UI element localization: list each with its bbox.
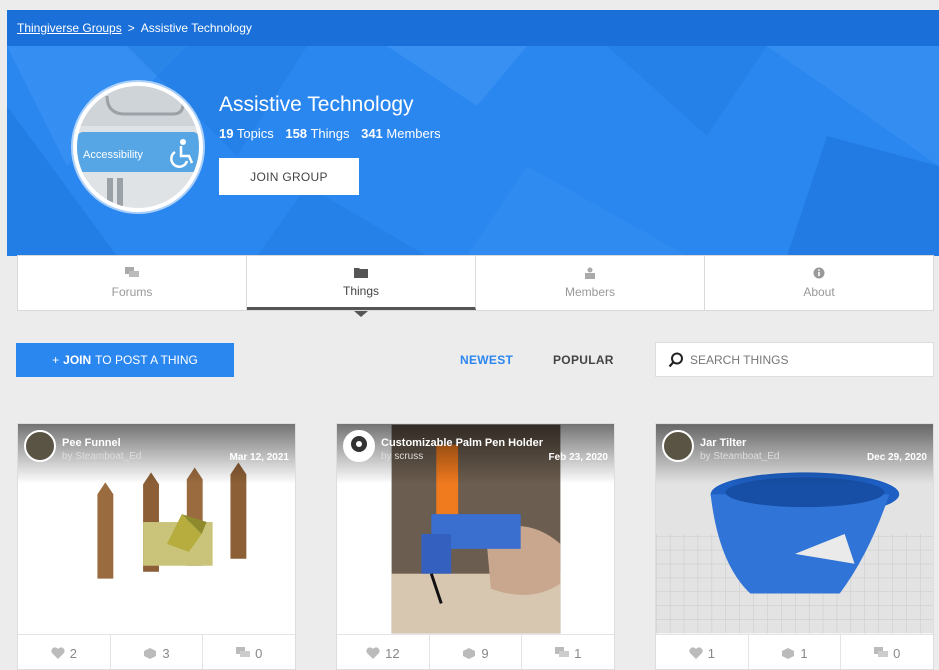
breadcrumb: Thingiverse Groups > Assistive Technolog… <box>7 10 939 46</box>
tab-members-label: Members <box>564 285 615 299</box>
thing-card[interactable]: Customizable Palm Pen Holder by scruss F… <box>336 423 615 670</box>
comment-count: 0 <box>255 645 263 661</box>
breadcrumb-separator: > <box>127 21 135 35</box>
group-banner: Accessibility Assistive Technology 19 To… <box>7 46 939 256</box>
tab-about[interactable]: About <box>705 256 933 310</box>
collect-button[interactable]: 9 <box>430 635 523 669</box>
collect-icon <box>463 648 476 659</box>
thing-title[interactable]: Customizable Palm Pen Holder <box>381 437 543 449</box>
collect-icon <box>782 648 795 659</box>
collect-icon <box>144 648 157 659</box>
members-count: 341 <box>361 126 383 141</box>
sort-newest[interactable]: NEWEST <box>460 353 513 367</box>
creator-avatar[interactable] <box>343 430 375 462</box>
thing-title[interactable]: Pee Funnel <box>62 437 121 449</box>
comment-count: 1 <box>574 645 582 661</box>
topics-count: 19 <box>219 126 234 141</box>
search-input[interactable]: SEARCH THINGS <box>655 342 934 377</box>
group-tabs: Forums Things Members About <box>17 255 934 317</box>
group-stats: 19 Topics 158 Things 341 Members <box>219 126 441 141</box>
members-label: Members <box>386 126 441 141</box>
active-tab-caret-icon <box>354 311 368 317</box>
comments-icon <box>555 647 570 657</box>
thing-card[interactable]: Jar Tilter by Steamboat_Ed Dec 29, 2020 … <box>655 423 934 670</box>
collect-count: 1 <box>800 645 808 661</box>
members-icon <box>585 267 595 279</box>
like-button[interactable]: 2 <box>18 635 111 669</box>
tab-about-label: About <box>803 285 835 299</box>
card-stats: 12 9 1 <box>337 634 614 669</box>
things-label: Things <box>310 126 350 141</box>
breadcrumb-groups-link[interactable]: Thingiverse Groups <box>17 21 122 35</box>
like-count: 1 <box>707 645 715 661</box>
comments-button[interactable]: 0 <box>841 635 933 669</box>
thing-card[interactable]: Pee Funnel by Steamboat_Ed Mar 12, 2021 … <box>17 423 296 670</box>
about-icon <box>813 267 825 279</box>
like-button[interactable]: 1 <box>656 635 749 669</box>
heart-icon <box>51 647 65 659</box>
collect-count: 3 <box>162 645 170 661</box>
comments-button[interactable]: 0 <box>203 635 295 669</box>
search-icon <box>668 352 683 367</box>
avatar-text: Accessibility <box>83 149 143 161</box>
search-placeholder: SEARCH THINGS <box>690 352 789 367</box>
sort-popular[interactable]: POPULAR <box>553 353 614 367</box>
thing-date: Feb 23, 2020 <box>548 452 608 463</box>
thing-title[interactable]: Jar Tilter <box>700 437 746 449</box>
creator-avatar[interactable] <box>24 430 56 462</box>
thing-date: Dec 29, 2020 <box>866 452 927 463</box>
topics-label: Topics <box>236 126 274 141</box>
tab-members[interactable]: Members <box>476 256 705 310</box>
thing-creator[interactable]: by Steamboat_Ed <box>62 451 142 462</box>
comment-count: 0 <box>893 645 901 661</box>
tab-things-label: Things <box>342 283 380 298</box>
comments-icon <box>236 647 251 657</box>
heart-icon <box>366 647 380 659</box>
tab-forums-label: Forums <box>111 285 153 299</box>
comments-icon <box>874 647 889 657</box>
card-stats: 1 1 0 <box>656 634 933 669</box>
like-count: 2 <box>69 645 77 661</box>
join-group-button[interactable]: JOIN GROUP <box>219 158 359 195</box>
tab-things[interactable]: Things <box>247 256 476 317</box>
robot-avatar-icon <box>351 436 367 452</box>
thing-date: Mar 12, 2021 <box>229 452 290 463</box>
post-join-text: JOIN <box>63 353 92 367</box>
heart-icon <box>689 647 703 659</box>
breadcrumb-current: Assistive Technology <box>140 21 252 35</box>
join-to-post-button[interactable]: + JOIN TO POST A THING <box>16 343 234 377</box>
forums-icon <box>125 267 139 277</box>
card-stats: 2 3 0 <box>18 634 295 669</box>
collect-button[interactable]: 3 <box>111 635 204 669</box>
comments-button[interactable]: 1 <box>522 635 614 669</box>
thing-creator[interactable]: by Steamboat_Ed <box>700 451 780 462</box>
group-title: Assistive Technology <box>219 93 414 116</box>
collect-count: 9 <box>481 645 489 661</box>
post-prefix: + <box>52 353 60 367</box>
post-rest-text: TO POST A THING <box>95 353 198 367</box>
like-button[interactable]: 12 <box>337 635 430 669</box>
group-avatar: Accessibility <box>73 82 203 212</box>
collect-button[interactable]: 1 <box>749 635 842 669</box>
like-count: 12 <box>385 645 400 661</box>
things-count: 158 <box>285 126 308 141</box>
creator-avatar[interactable] <box>662 430 694 462</box>
tab-forums[interactable]: Forums <box>18 256 247 310</box>
thing-creator[interactable]: by scruss <box>381 451 423 462</box>
things-icon <box>354 267 368 278</box>
